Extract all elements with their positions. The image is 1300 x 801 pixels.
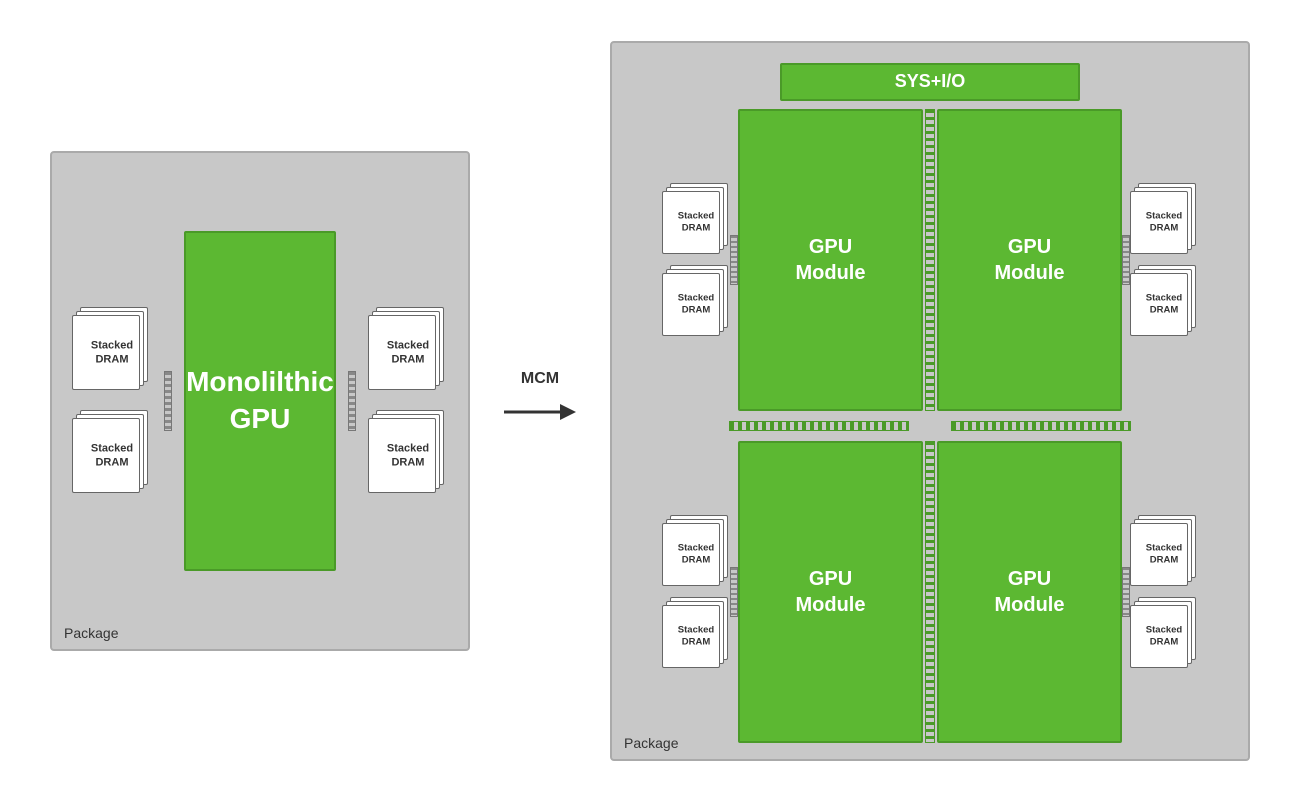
dram-label-sm: StackedDRAM	[1146, 210, 1182, 235]
bottom-right-drams: StackedDRAM StackedDRAM	[1130, 515, 1198, 669]
gpu-module-top-left: GPUModule	[738, 109, 923, 411]
dram-label-sm: StackedDRAM	[1146, 542, 1182, 567]
gpu-module-label: GPUModule	[796, 566, 866, 618]
main-container: Stacked DRAM StackedDRAM MonolilthicGPU	[10, 11, 1290, 791]
top-left-drams: StackedDRAM StackedDRAM	[662, 183, 730, 337]
left-dram-group: Stacked DRAM StackedDRAM	[72, 307, 152, 495]
top-right-drams: StackedDRAM StackedDRAM	[1130, 183, 1198, 337]
dram-label-sm: StackedDRAM	[1146, 292, 1182, 317]
dram-card: StackedDRAM	[72, 410, 152, 495]
gpu-bottom-row: StackedDRAM StackedDRAM GPUModule	[628, 441, 1232, 743]
right-diagram: SYS+I/O StackedDRAM	[610, 41, 1250, 761]
dram-card-sm: StackedDRAM	[662, 597, 730, 669]
right-dram-group: StackedDRAM StackedDRAM	[368, 307, 448, 495]
dram-card-sm: StackedDRAM	[662, 183, 730, 255]
conn-strip	[730, 235, 738, 285]
dram-card-sm: StackedDRAM	[1130, 515, 1198, 587]
dram-card: StackedDRAM	[368, 410, 448, 495]
left-package-label: Package	[64, 625, 118, 641]
gpu-module-label: GPUModule	[995, 566, 1065, 618]
dram-card-sm: StackedDRAM	[1130, 183, 1198, 255]
conn-strip	[730, 567, 738, 617]
dram-card-sm: StackedDRAM	[662, 265, 730, 337]
bottom-left-drams: StackedDRAM StackedDRAM	[662, 515, 730, 669]
dram-card: Stacked DRAM	[72, 307, 152, 392]
gpu-module-label: GPUModule	[995, 234, 1065, 286]
arrow-container: MCM	[500, 370, 580, 432]
dram-page	[368, 418, 436, 493]
gpu-grid-area: StackedDRAM StackedDRAM GPUModule	[628, 109, 1232, 743]
sys-io-bar: SYS+I/O	[780, 63, 1080, 101]
monolithic-gpu-label: MonolilthicGPU	[186, 364, 334, 437]
right-package-label: Package	[624, 735, 678, 751]
gpu-module-label: GPUModule	[796, 234, 866, 286]
dram-page	[72, 418, 140, 493]
right-connector	[348, 371, 356, 431]
conn-strip	[1122, 235, 1130, 285]
left-diagram: Stacked DRAM StackedDRAM MonolilthicGPU	[50, 151, 470, 651]
left-connector	[164, 371, 172, 431]
gpu-module-bottom-left: GPUModule	[738, 441, 923, 743]
dram-label-sm: StackedDRAM	[678, 210, 714, 235]
arrow-label: MCM	[521, 370, 559, 388]
dram-card-sm: StackedDRAM	[1130, 597, 1198, 669]
gpu-module-bottom-right: GPUModule	[937, 441, 1122, 743]
dram-page	[72, 315, 140, 390]
sys-io-label: SYS+I/O	[895, 71, 966, 92]
left-inner: Stacked DRAM StackedDRAM MonolilthicGPU	[72, 231, 448, 571]
monolithic-gpu-block: MonolilthicGPU	[184, 231, 336, 571]
dram-label-sm: StackedDRAM	[678, 292, 714, 317]
dram-label-sm: StackedDRAM	[1146, 624, 1182, 649]
dram-card-sm: StackedDRAM	[662, 515, 730, 587]
dram-card-sm: StackedDRAM	[1130, 265, 1198, 337]
dram-label-sm: StackedDRAM	[678, 624, 714, 649]
gpu-module-top-right: GPUModule	[937, 109, 1122, 411]
conn-strip	[1122, 567, 1130, 617]
dram-page	[368, 315, 436, 390]
dram-label-sm: StackedDRAM	[678, 542, 714, 567]
dram-card: StackedDRAM	[368, 307, 448, 392]
gpu-top-row: StackedDRAM StackedDRAM GPUModule	[628, 109, 1232, 411]
arrow-icon	[500, 392, 580, 432]
